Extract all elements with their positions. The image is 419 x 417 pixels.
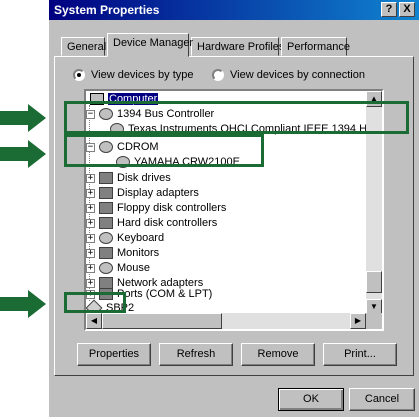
callout-arrow-sbp2	[0, 290, 46, 318]
expand-icon[interactable]: +	[86, 188, 95, 198]
print-button[interactable]: Print...	[323, 343, 397, 366]
tree-item-mouse[interactable]: + Mouse	[86, 261, 150, 275]
tree-label: 1394 Bus Controller	[117, 108, 215, 120]
expand-icon[interactable]: +	[86, 218, 95, 228]
tree-item-disk-drives[interactable]: + Disk drives	[86, 171, 171, 185]
computer-icon	[90, 93, 104, 105]
hdd-controller-icon	[99, 217, 113, 229]
expand-icon[interactable]: +	[86, 289, 95, 299]
tree-item-yamaha-crw2100e[interactable]: YAMAHA CRW2100E	[116, 155, 240, 169]
horizontal-scrollbar[interactable]: ◀ ▶	[86, 313, 366, 329]
tree-item-1394-bus-controller[interactable]: − 1394 Bus Controller	[86, 107, 214, 121]
tree-label: Display adapters	[117, 187, 199, 199]
horizontal-scroll-thumb[interactable]	[102, 313, 222, 329]
refresh-button[interactable]: Refresh	[159, 343, 233, 366]
monitor-icon	[99, 187, 113, 199]
callout-arrow-1394	[0, 104, 46, 132]
tab-general[interactable]: General	[61, 37, 106, 56]
tree-item-display-adapters[interactable]: + Display adapters	[86, 186, 199, 200]
tree-item-computer[interactable]: Computer	[90, 92, 159, 106]
close-button[interactable]: X	[399, 2, 415, 17]
tree-label: Floppy disk controllers	[117, 202, 227, 214]
tree-label-computer: Computer	[108, 93, 159, 105]
disk-icon	[99, 172, 113, 184]
pci-device-icon	[110, 123, 124, 135]
keyboard-icon	[99, 232, 113, 244]
collapse-icon[interactable]: −	[86, 142, 95, 152]
radio-view-by-type[interactable]: View devices by type	[73, 69, 194, 81]
radio-label-by-connection: View devices by connection	[230, 69, 365, 81]
ok-button[interactable]: OK	[278, 388, 344, 411]
tree-item-floppy-controllers[interactable]: + Floppy disk controllers	[86, 201, 226, 215]
title-bar: System Properties ? X	[49, 0, 419, 20]
remove-button[interactable]: Remove	[241, 343, 315, 366]
tree-label: Keyboard	[117, 232, 165, 244]
tree-label: Ports (COM & LPT)	[117, 288, 213, 300]
scroll-right-button[interactable]: ▶	[350, 313, 366, 329]
tree-item-texas-instruments-host[interactable]: Texas Instruments OHCI Compliant IEEE 13…	[110, 122, 382, 136]
radio-selected-indicator	[73, 69, 85, 81]
tree-item-cdrom[interactable]: − CDROM	[86, 140, 159, 154]
collapse-icon[interactable]: −	[86, 109, 95, 119]
tree-label: Mouse	[117, 262, 151, 274]
expand-icon[interactable]: +	[86, 203, 95, 213]
tree-label: Texas Instruments OHCI Compliant IEEE 13…	[128, 123, 382, 135]
tree-label: Hard disk controllers	[117, 217, 218, 229]
scroll-corner	[366, 313, 382, 329]
tree-item-hard-disk-controllers[interactable]: + Hard disk controllers	[86, 216, 217, 230]
mouse-icon	[99, 262, 113, 274]
tree-label: Disk drives	[117, 172, 171, 184]
radio-unselected-indicator	[212, 69, 224, 81]
cancel-button[interactable]: Cancel	[349, 388, 415, 411]
vertical-scroll-thumb[interactable]	[366, 271, 382, 293]
window-title: System Properties	[54, 3, 160, 17]
scroll-left-button[interactable]: ◀	[86, 313, 102, 329]
tree-item-monitors[interactable]: + Monitors	[86, 246, 159, 260]
tree-label: CDROM	[117, 141, 159, 153]
radio-view-by-connection[interactable]: View devices by connection	[212, 69, 365, 81]
monitor-icon	[99, 247, 113, 259]
expand-icon[interactable]: +	[86, 233, 95, 243]
floppy-icon	[99, 202, 113, 214]
bus-controller-icon	[99, 108, 113, 120]
port-icon	[99, 288, 113, 300]
expand-icon[interactable]: +	[86, 248, 95, 258]
vertical-scrollbar[interactable]: ▲ ▼	[366, 91, 382, 315]
tab-hardware-profiles[interactable]: Hardware Profiles	[191, 37, 284, 56]
scroll-up-button[interactable]: ▲	[366, 91, 382, 107]
tab-device-manager[interactable]: Device Manager	[107, 33, 193, 57]
cdrom-icon	[99, 141, 113, 153]
cdrom-icon	[116, 156, 130, 168]
callout-arrow-cdrom	[0, 140, 46, 168]
device-tree[interactable]: Computer − 1394 Bus Controller Texas Ins…	[84, 89, 384, 331]
expand-icon[interactable]: +	[86, 263, 95, 273]
tab-performance[interactable]: Performance	[281, 37, 350, 56]
tree-item-keyboard[interactable]: + Keyboard	[86, 231, 164, 245]
tree-label: YAMAHA CRW2100E	[134, 156, 240, 168]
tree-label: Monitors	[117, 247, 160, 259]
properties-button[interactable]: Properties	[77, 343, 151, 366]
help-button[interactable]: ?	[381, 2, 397, 17]
expand-icon[interactable]: +	[86, 173, 95, 183]
radio-label-by-type: View devices by type	[91, 69, 194, 81]
tree-item-ports[interactable]: + Ports (COM & LPT)	[86, 287, 212, 301]
